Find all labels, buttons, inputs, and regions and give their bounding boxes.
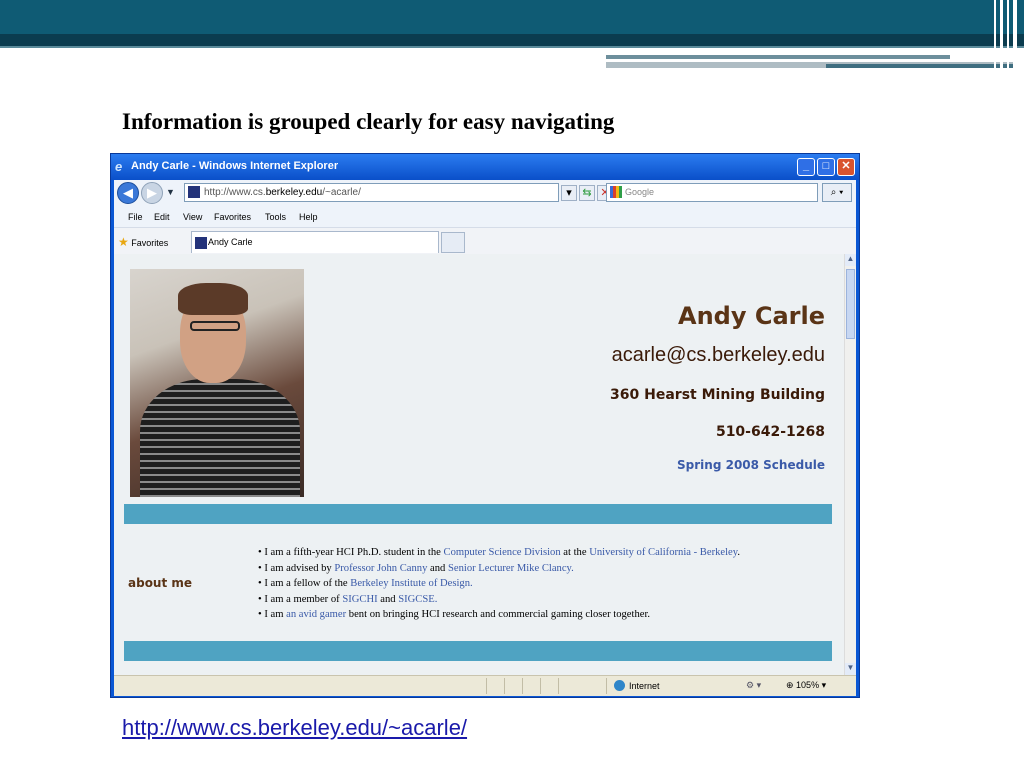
email-address: acarle@cs.berkeley.edu [611,344,825,366]
menu-help[interactable]: Help [299,212,318,222]
slide-right-stripes [990,0,1024,70]
slide-header-light-line [0,46,1024,48]
slide-title: Information is grouped clearly for easy … [122,109,615,134]
address-suffix: /~acarle/ [322,187,361,198]
slide-header-bar [0,0,1024,36]
schedule-link[interactable]: Spring 2008 Schedule [677,458,825,472]
tab-andy-carle[interactable]: Andy Carle [191,231,439,253]
profile-photo [130,269,304,497]
google-icon [610,186,622,198]
scroll-down-icon[interactable]: ▼ [845,663,856,675]
zoom-control[interactable]: ⊕ 105% ▾ [786,680,826,691]
security-zone: Internet [614,680,660,691]
scrollbar-thumb[interactable] [846,269,855,339]
slide-accent-line [606,55,950,59]
protected-mode-icon[interactable]: ⚙ ▾ [746,680,761,691]
scroll-up-icon[interactable]: ▲ [845,254,856,266]
menu-tools[interactable]: Tools [265,212,286,222]
slide-accent-line [826,64,1016,68]
favorites-bar: ★ Favorites Andy Carle [114,227,856,254]
john-canny-link[interactable]: Professor John Canny [334,563,427,574]
search-button[interactable]: ⌕ ▾ [822,183,852,202]
address-host: berkeley.edu [265,187,323,198]
window-titlebar[interactable]: e Andy Carle - Windows Internet Explorer… [111,154,859,180]
minimize-button[interactable]: _ [797,158,815,176]
slide-header-dark-band [0,34,1024,46]
cs-division-link[interactable]: Computer Science Division [444,547,561,558]
about-me-list: I am a fifth-year HCI Ph.D. student in t… [258,545,740,623]
page-content: Andy Carle acarle@cs.berkeley.edu 360 He… [114,254,844,675]
about-me-heading: about me [128,576,193,590]
section-divider [124,504,832,524]
address-prefix: http://www.cs. [204,187,266,198]
favorites-button[interactable]: ★ Favorites [118,235,168,249]
address-bar[interactable]: http://www.cs.berkeley.edu/~acarle/ [184,183,559,202]
office-building: 360 Hearst Mining Building [610,387,825,403]
browser-window: e Andy Carle - Windows Internet Explorer… [110,153,860,698]
menu-bar: File Edit View Favorites Tools Help [114,207,856,227]
star-icon: ★ [118,235,129,249]
search-placeholder: Google [625,187,655,197]
page-url-link[interactable]: http://www.cs.berkeley.edu/~acarle/ [122,715,467,741]
vertical-scrollbar[interactable]: ▲ ▼ [844,254,856,675]
internet-explorer-icon: e [115,159,123,174]
maximize-button[interactable]: □ [817,158,835,176]
section-divider [124,641,832,661]
zoom-level: 105% [796,680,820,690]
search-input[interactable]: Google [606,183,818,202]
sigchi-link[interactable]: SIGCHI [342,594,377,605]
bid-link[interactable]: Berkeley Institute of Design. [350,578,472,589]
globe-icon [614,680,625,691]
list-item: I am a fellow of the Berkeley Institute … [258,576,740,592]
menu-file[interactable]: File [128,212,143,222]
sigcse-link[interactable]: SIGCSE. [398,594,437,605]
status-bar: Internet ⚙ ▾ ⊕ 105% ▾ [114,675,856,696]
list-item: I am an avid gamer bent on bringing HCI … [258,607,740,623]
avid-gamer-link[interactable]: an avid gamer [286,609,346,620]
back-button[interactable]: ◀ [117,182,139,204]
list-item: I am a member of SIGCHI and SIGCSE. [258,592,740,608]
forward-button[interactable]: ▶ [141,182,163,204]
address-row: ◀ ▶ ▼ http://www.cs.berkeley.edu/~acarle… [114,180,856,206]
phone-number: 510-642-1268 [715,424,825,440]
tab-label: Andy Carle [208,237,253,247]
site-favicon [195,237,207,249]
browser-chrome: ◀ ▶ ▼ http://www.cs.berkeley.edu/~acarle… [114,180,856,254]
favorites-label: Favorites [131,238,169,248]
new-tab-button[interactable] [441,232,465,253]
menu-edit[interactable]: Edit [154,212,170,222]
mike-clancy-link[interactable]: Senior Lecturer Mike Clancy. [448,563,574,574]
menu-favorites[interactable]: Favorites [214,212,251,222]
window-title: Andy Carle - Windows Internet Explorer [131,160,339,172]
address-dropdown-icon[interactable]: ▾ [561,185,577,201]
site-favicon [188,186,200,198]
person-name: Andy Carle [678,302,825,330]
refresh-icon[interactable]: ⇆ [579,185,595,201]
zone-label: Internet [629,681,660,691]
list-item: I am a fifth-year HCI Ph.D. student in t… [258,545,740,561]
list-item: I am advised by Professor John Canny and… [258,561,740,577]
history-dropdown-icon[interactable]: ▼ [166,187,175,197]
close-button[interactable]: ✕ [837,158,855,176]
uc-berkeley-link[interactable]: University of California - Berkeley [589,547,737,558]
menu-view[interactable]: View [183,212,202,222]
